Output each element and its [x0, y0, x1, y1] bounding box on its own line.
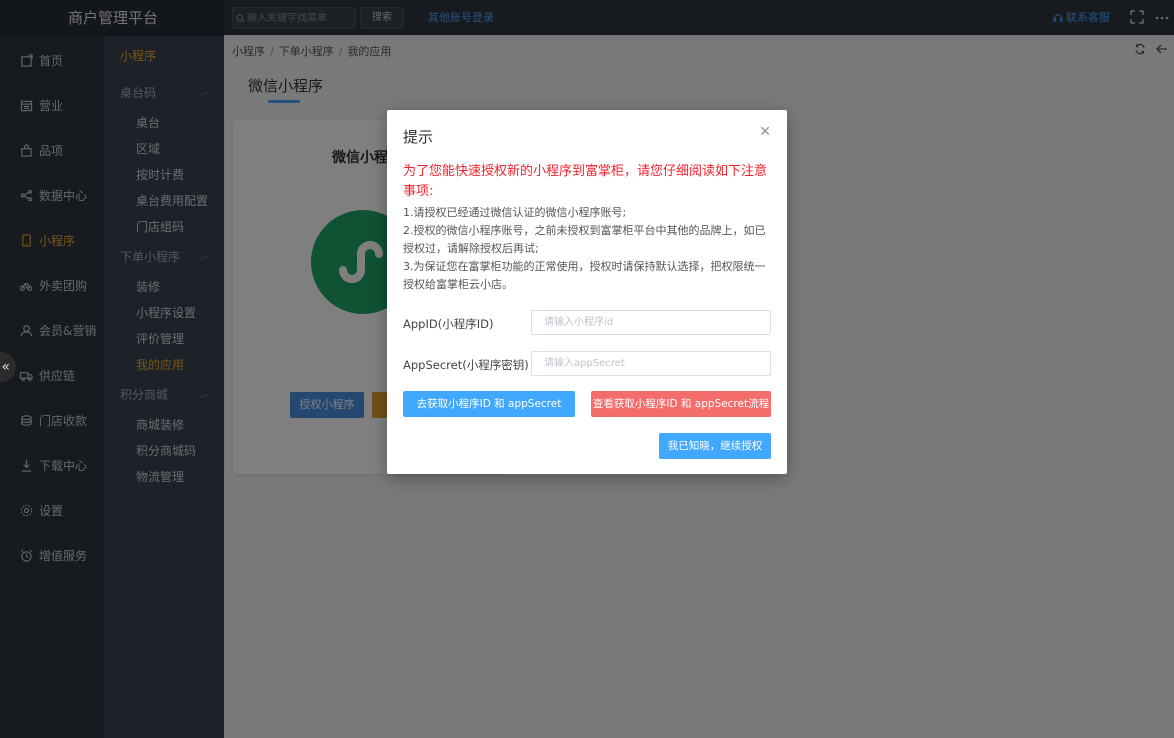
close-icon[interactable]: ✕ [759, 124, 771, 140]
acknowledge-continue-button[interactable]: 我已知晓，继续授权 [659, 433, 771, 459]
dialog-title: 提示 [403, 128, 434, 146]
note-item: 3.为保证您在富掌柜功能的正常使用，授权时请保持默认选择，把权限统一授权给富掌柜… [403, 260, 766, 291]
appid-label: AppID(小程序ID) [403, 317, 494, 331]
double-chevron-left-icon: « [1, 359, 10, 375]
view-process-button[interactable]: 查看获取小程序ID 和 appSecret流程 [591, 391, 771, 417]
note-item: 1.请授权已经通过微信认证的微信小程序账号; [403, 206, 627, 219]
appid-input[interactable] [531, 310, 771, 335]
get-appid-secret-button[interactable]: 去获取小程序ID 和 appSecret [403, 391, 575, 417]
note-item: 2.授权的微信小程序账号，之前未授权到富掌柜平台中其他的品牌上，如已授权过，请解… [403, 224, 766, 255]
dialog-warning: 为了您能快速授权新的小程序到富掌柜，请您仔细阅读如下注意事项: [403, 164, 768, 199]
authorization-tip-dialog: 提示 ✕ 为了您能快速授权新的小程序到富掌柜，请您仔细阅读如下注意事项: 1.请… [387, 110, 787, 474]
appsecret-input[interactable] [531, 351, 771, 376]
dialog-notes: 1.请授权已经通过微信认证的微信小程序账号; 2.授权的微信小程序账号，之前未授… [403, 204, 775, 294]
appsecret-label: AppSecret(小程序密钥) [403, 358, 529, 372]
